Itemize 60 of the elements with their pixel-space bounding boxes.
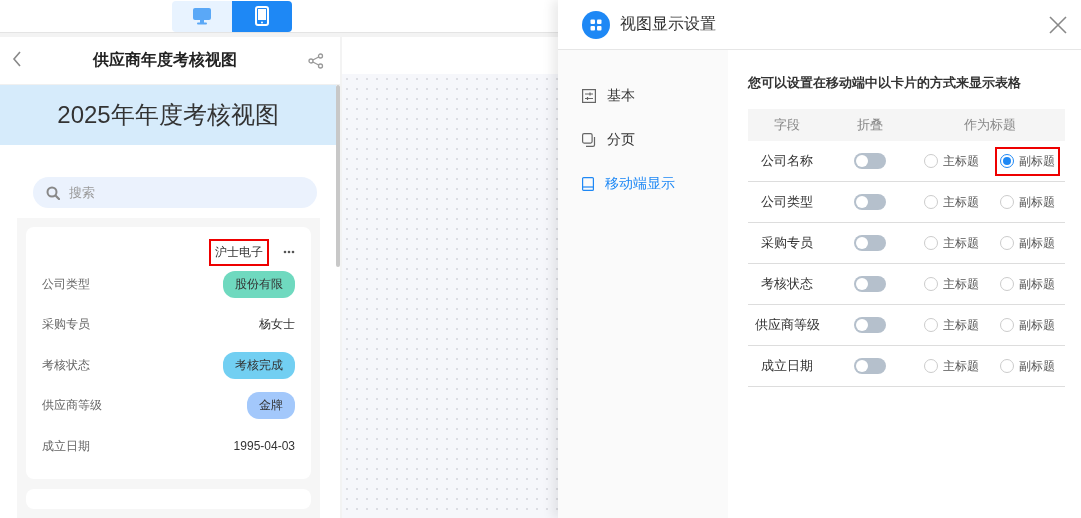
field-label: 采购专员 bbox=[42, 316, 90, 334]
close-button[interactable] bbox=[1049, 15, 1067, 34]
toggle-switch[interactable] bbox=[854, 153, 886, 169]
close-icon bbox=[1049, 15, 1067, 34]
radio-option[interactable]: 副标题 bbox=[994, 228, 1060, 258]
grid-icon bbox=[582, 10, 610, 39]
share-icon bbox=[308, 52, 324, 69]
tag: 股份有限 bbox=[223, 270, 295, 298]
monitor-icon bbox=[192, 7, 212, 25]
field-label: 成立日期 bbox=[42, 437, 90, 455]
field-name: 公司类型 bbox=[760, 193, 814, 211]
field-label: 供应商等级 bbox=[42, 397, 102, 415]
tag: 金牌 bbox=[247, 392, 295, 420]
radio-option[interactable]: 副标题 bbox=[994, 269, 1060, 299]
search-field[interactable]: 搜索 bbox=[33, 177, 317, 208]
field-name: 考核状态 bbox=[760, 275, 814, 293]
scrollbar[interactable] bbox=[336, 85, 340, 267]
phone-title: 供应商年度考核视图 bbox=[93, 50, 237, 70]
back-icon bbox=[12, 51, 22, 67]
field-name: 公司名称 bbox=[760, 152, 814, 170]
radio-option[interactable]: 主标题 bbox=[919, 269, 985, 299]
description-text: 您可以设置在移动端中以卡片的方式来显示表格 bbox=[748, 74, 1022, 92]
radio-option[interactable]: 主标题 bbox=[919, 146, 985, 176]
radio-option[interactable]: 副标题 bbox=[994, 146, 1060, 176]
toggle-switch[interactable] bbox=[854, 317, 886, 333]
tag: 考核完成 bbox=[223, 351, 295, 379]
field-label: 考核状态 bbox=[42, 356, 90, 374]
radio-option[interactable]: 主标题 bbox=[919, 310, 985, 340]
sliders-icon bbox=[582, 89, 596, 103]
banner: 2025年年度考核视图 bbox=[0, 85, 336, 145]
sidebar-item[interactable]: 移动端显示 bbox=[558, 162, 728, 206]
mobile-view-button[interactable] bbox=[232, 0, 292, 32]
field-value: 1995-04-03 bbox=[233, 439, 295, 454]
field-value: 杨女士 bbox=[259, 316, 295, 334]
field-name: 成立日期 bbox=[760, 357, 814, 375]
desktop-view-button[interactable] bbox=[172, 0, 232, 32]
column-header: 作为标题 bbox=[962, 116, 1017, 134]
toggle-switch[interactable] bbox=[854, 235, 886, 251]
sidebar-item[interactable]: 基本 bbox=[558, 74, 728, 118]
pages-icon bbox=[582, 133, 596, 147]
radio-option[interactable]: 副标题 bbox=[994, 187, 1060, 217]
column-header: 字段 bbox=[773, 116, 801, 134]
radio-option[interactable]: 主标题 bbox=[919, 187, 985, 217]
radio-option[interactable]: 主标题 bbox=[919, 228, 985, 258]
field-label: 公司类型 bbox=[42, 275, 90, 293]
toggle-switch[interactable] bbox=[854, 358, 886, 374]
radio-option[interactable]: 主标题 bbox=[919, 351, 985, 381]
field-name: 供应商等级 bbox=[753, 316, 821, 334]
radio-option[interactable]: 副标题 bbox=[994, 310, 1060, 340]
card-title: 沪士电子 bbox=[209, 238, 269, 266]
radio-option[interactable]: 副标题 bbox=[994, 351, 1060, 381]
sidebar-item[interactable]: 分页 bbox=[558, 118, 728, 162]
field-name: 采购专员 bbox=[760, 234, 814, 252]
tablet-icon bbox=[582, 177, 594, 191]
toggle-switch[interactable] bbox=[854, 276, 886, 292]
column-header: 折叠 bbox=[856, 116, 884, 134]
more-icon bbox=[283, 250, 295, 254]
toggle-switch[interactable] bbox=[854, 194, 886, 210]
dialog-title: 视图显示设置 bbox=[620, 14, 717, 34]
phone-icon bbox=[255, 6, 269, 26]
